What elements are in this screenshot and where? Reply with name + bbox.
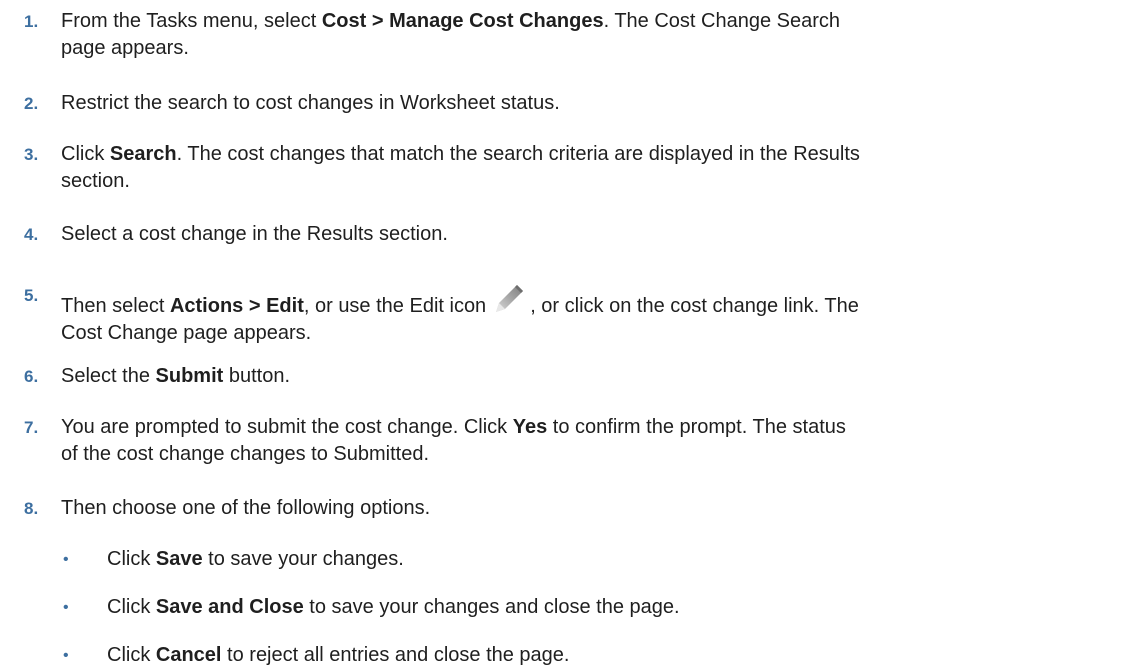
step-text: Select the Submit button. — [61, 365, 291, 387]
step-text: Then select Actions > Edit, or use the E… — [61, 282, 1117, 347]
bullet-icon: • — [63, 647, 69, 664]
step-number: 5. — [24, 286, 39, 305]
step-number: 7. — [24, 418, 39, 437]
yes-label: Yes — [512, 416, 548, 438]
step-number: 8. — [24, 499, 39, 518]
pencil-icon — [492, 282, 526, 316]
bullet-icon: • — [63, 599, 69, 616]
submit-label: Submit — [155, 365, 224, 387]
step-text: From the Tasks menu, select Cost > Manag… — [61, 10, 840, 59]
menu-path: Actions > Edit — [169, 295, 304, 317]
search-label: Search — [109, 143, 177, 165]
bullet-icon: • — [63, 551, 69, 568]
menu-path: Cost > Manage Cost Changes — [321, 10, 604, 32]
step-number: 3. — [24, 145, 39, 164]
step-text: Select a cost change in the Results sect… — [61, 223, 448, 245]
procedure-page: 1. From the Tasks menu, select Cost > Ma… — [0, 0, 1137, 670]
option-text: Click Cancel to reject all entries and c… — [107, 644, 570, 666]
step-number: 1. — [24, 12, 39, 31]
step-text: Click Search. The cost changes that matc… — [61, 143, 860, 192]
step-text: You are prompted to submit the cost chan… — [61, 416, 846, 465]
option-text: Click Save and Close to save your change… — [107, 596, 680, 618]
step-number: 6. — [24, 367, 39, 386]
step-text: Then choose one of the following options… — [61, 497, 431, 519]
step-text: Restrict the search to cost changes in W… — [61, 92, 560, 114]
option-text: Click Save to save your changes. — [107, 548, 404, 570]
step-number: 4. — [24, 225, 39, 244]
step-number: 2. — [24, 94, 39, 113]
